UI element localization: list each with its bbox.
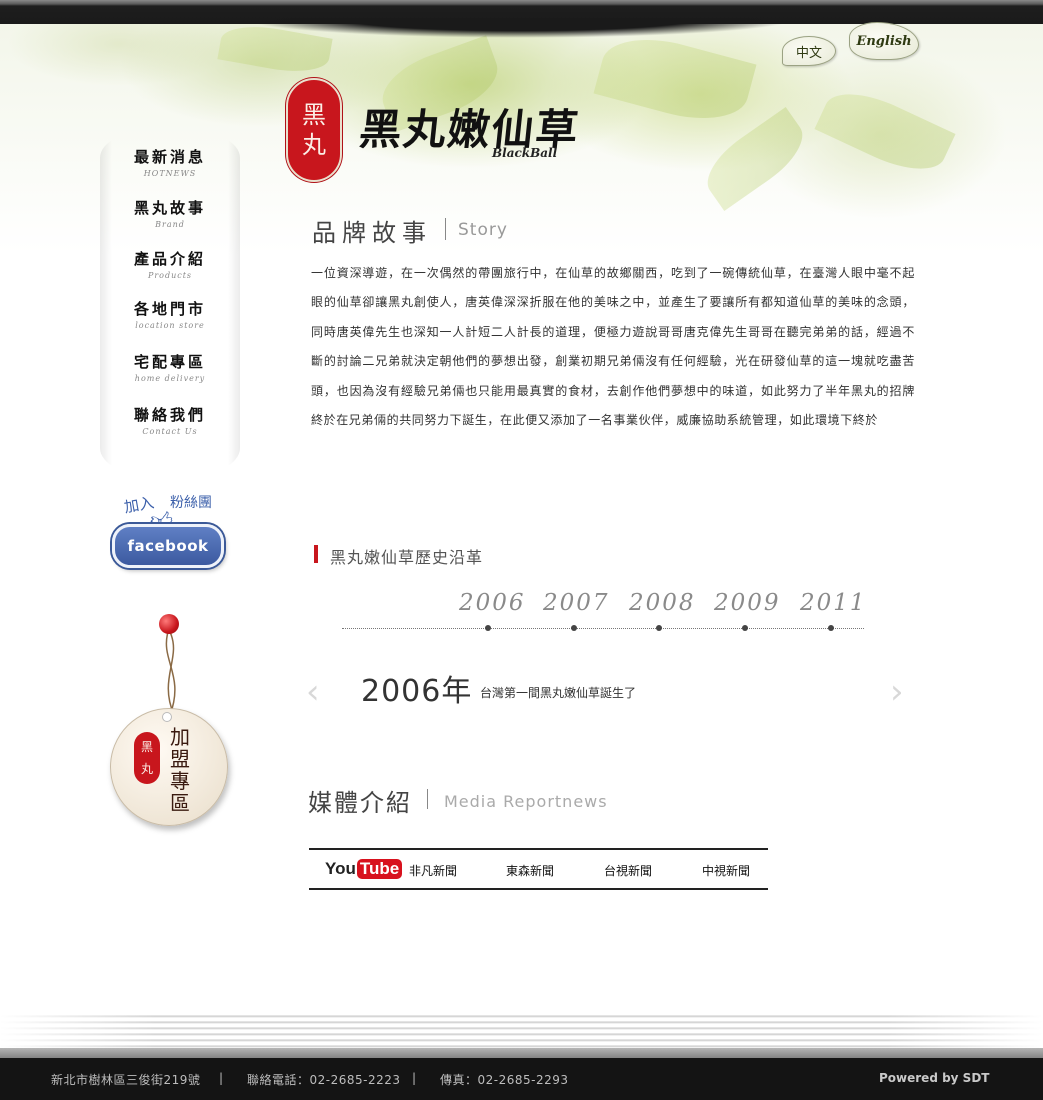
top-bar-curve [240, 18, 800, 38]
selected-year-description: 台灣第一間黑丸嫩仙草誕生了 [480, 686, 637, 700]
title-divider [445, 218, 446, 240]
brand-logo-seal[interactable]: 黑 丸 [286, 78, 342, 182]
nav-item-sublabel: Products [147, 271, 193, 280]
franchise-label: 加盟專區 [170, 725, 190, 815]
franchise-tag-button[interactable] [110, 708, 228, 826]
story-title: 品牌故事 [312, 219, 432, 247]
year-tab-2009[interactable]: 2009 [714, 590, 781, 616]
nav-item-label: 聯絡我們 [133, 406, 206, 424]
pushpin-icon [159, 614, 179, 634]
nav-item-label: 最新消息 [133, 148, 206, 166]
seal-char: 黑 [302, 101, 326, 129]
nav-item-sublabel: Brand [155, 220, 185, 229]
timeline-dot [656, 625, 662, 631]
timeline-dot [485, 625, 491, 631]
story-body: 一位資深導遊，在一次偶然的帶團旅行中，在仙草的故鄉關西，吃到了一碗傳統仙草，在臺… [311, 266, 915, 428]
footer-swoosh [0, 1012, 1043, 1052]
nav-item-label: 黑丸故事 [133, 199, 206, 217]
franchise-seal: 黑 丸 [134, 732, 160, 784]
timeline-dot [571, 625, 577, 631]
nav-item-home-delivery[interactable]: 宅配專區 home delivery [108, 351, 232, 383]
title-divider [427, 789, 428, 809]
footer-powered-by: Powered by SDT [879, 1071, 990, 1085]
media-tab-ctv[interactable]: 非凡新聞 [409, 862, 457, 879]
history-title: 黑丸嫩仙草歷史沿革 [330, 548, 484, 567]
facebook-fans-label: 粉絲團 [170, 495, 212, 511]
nav-item-products[interactable]: 產品介紹 Products [108, 248, 232, 280]
nav-item-sublabel: location store [135, 321, 205, 330]
media-tab-cts[interactable]: 中視新聞 [702, 862, 750, 879]
youtube-logo-you: You [325, 859, 356, 878]
nav-item-label: 產品介紹 [133, 250, 206, 268]
selected-year: 2006年 [361, 674, 473, 709]
history-marker [314, 545, 318, 563]
tag-string [165, 631, 176, 716]
timeline-line [342, 628, 864, 629]
footer-phone: 聯絡電話：02-2685-2223 [247, 1073, 401, 1087]
language-chinese-button[interactable]: 中文 [782, 36, 836, 66]
nav-item-label: 各地門市 [133, 300, 206, 318]
nav-item-location-store[interactable]: 各地門市 location store [108, 298, 232, 330]
nav-item-sublabel: home delivery [134, 374, 206, 383]
prev-arrow-icon[interactable]: ‹ [306, 672, 320, 712]
nav-item-label: 宅配專區 [133, 353, 206, 371]
next-arrow-icon[interactable]: › [890, 672, 904, 712]
media-title: 媒體介紹 [308, 789, 412, 817]
year-tab-2006[interactable]: 2006 [459, 590, 526, 616]
nav-item-hotnews[interactable]: 最新消息 HOTNEWS [108, 146, 232, 178]
footer-separator: | [412, 1071, 417, 1085]
timeline-dot [742, 625, 748, 631]
nav-item-brand[interactable]: 黑丸故事 Brand [108, 197, 232, 229]
footer-separator: | [219, 1071, 224, 1085]
nav-item-sublabel: Contact Us [142, 427, 198, 436]
timeline-dot [828, 625, 834, 631]
footer-fax: 傳真：02-2685-2293 [440, 1073, 569, 1087]
media-tab-ttv[interactable]: 台視新聞 [604, 862, 652, 879]
tag-hole [162, 712, 172, 722]
youtube-logo[interactable]: You Tube [325, 859, 403, 879]
seal-char: 丸 [140, 762, 153, 776]
year-tab-2011[interactable]: 2011 [800, 590, 867, 616]
footer-address: 新北市樹林區三俊街219號 [51, 1073, 201, 1087]
year-tab-2008[interactable]: 2008 [629, 590, 696, 616]
year-tab-2007[interactable]: 2007 [543, 590, 610, 616]
story-title-en: Story [458, 220, 508, 240]
nav-item-sublabel: HOTNEWS [143, 169, 197, 178]
seal-char: 丸 [302, 131, 326, 159]
brand-name-en: BlackBall [492, 146, 558, 160]
media-title-en: Media Reportnews [444, 792, 608, 811]
media-tab-ettv[interactable]: 東森新聞 [506, 862, 554, 879]
youtube-logo-tube: Tube [356, 859, 403, 879]
nav-item-contact-us[interactable]: 聯絡我們 Contact Us [108, 404, 232, 436]
seal-char: 黑 [140, 740, 153, 754]
facebook-fan-page-button[interactable]: facebook [112, 524, 224, 568]
